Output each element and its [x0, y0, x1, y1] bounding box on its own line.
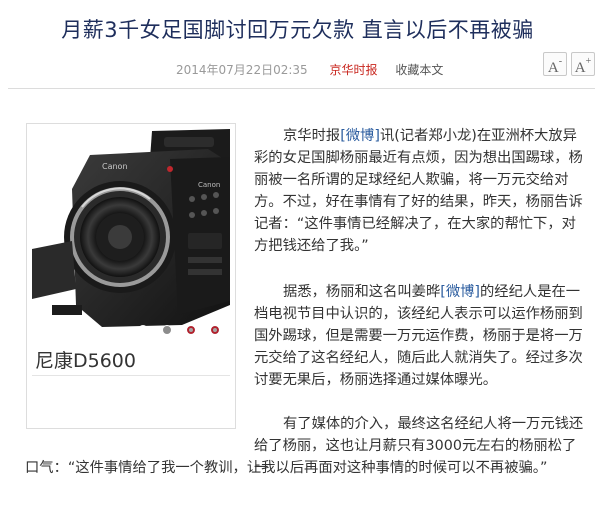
article-paragraph-2: 据悉，杨丽和这名叫姜晔[微博]的经纪人是在一档电视节目中认识的，该经纪人表示可以…: [254, 281, 584, 391]
paragraph-1-lead: 京华时报: [283, 128, 341, 144]
slideshow-image[interactable]: Canon Canon: [32, 129, 230, 367]
carousel-dots: [32, 323, 230, 339]
caption-divider: [32, 375, 230, 376]
carousel-dot-2[interactable]: [162, 325, 172, 335]
camera-brand-front: Canon: [102, 162, 128, 171]
weibo-link-2[interactable]: [微博]: [440, 284, 480, 300]
source-link[interactable]: 京华时报: [330, 61, 378, 78]
font-increase-letter: A: [574, 60, 586, 76]
carousel-dot-3[interactable]: [186, 325, 196, 335]
font-decrease-sign: -: [558, 56, 563, 67]
article-paragraph-1: 京华时报[微博]讯(记者郑小龙)在亚洲杯大放异彩的女足国脚杨丽最近有点烦，因为想…: [254, 125, 584, 257]
font-increase-button[interactable]: A+: [571, 52, 595, 76]
weibo-link-1[interactable]: [微博]: [340, 128, 380, 144]
paragraph-2-lead: 据悉，杨丽和这名叫姜晔: [283, 284, 441, 300]
article-paragraph-3-part-2: 口气：“这件事情给了我一个教训，让我以后再面对这种事情的时候可以不再被骗。”: [25, 460, 548, 476]
collect-article-link[interactable]: 收藏本文: [395, 61, 443, 78]
paragraph-1-text: 讯(记者郑小龙)在亚洲杯大放异彩的女足国脚杨丽最近有点烦，因为想出国踢球，杨丽被…: [254, 128, 583, 254]
header-divider: [8, 88, 595, 89]
carousel-dot-1[interactable]: [138, 325, 148, 335]
font-decrease-letter: A: [547, 60, 559, 76]
carousel-dot-4[interactable]: [210, 325, 220, 335]
font-decrease-button[interactable]: A-: [543, 52, 567, 76]
font-increase-sign: +: [585, 56, 592, 67]
article-title: 月薪3千女足国脚讨回万元欠款 直言以后不再被骗: [61, 18, 534, 42]
camera-brand-side: Canon: [198, 181, 220, 189]
article-meta: 2014年07月22日02:35 京华时报 收藏本文: [176, 61, 443, 77]
photo-caption: 尼康D5600: [35, 350, 136, 372]
publish-datetime: 2014年07月22日02:35: [176, 63, 308, 77]
photo-slideshow[interactable]: Canon Canon 尼康D5600: [26, 123, 236, 429]
